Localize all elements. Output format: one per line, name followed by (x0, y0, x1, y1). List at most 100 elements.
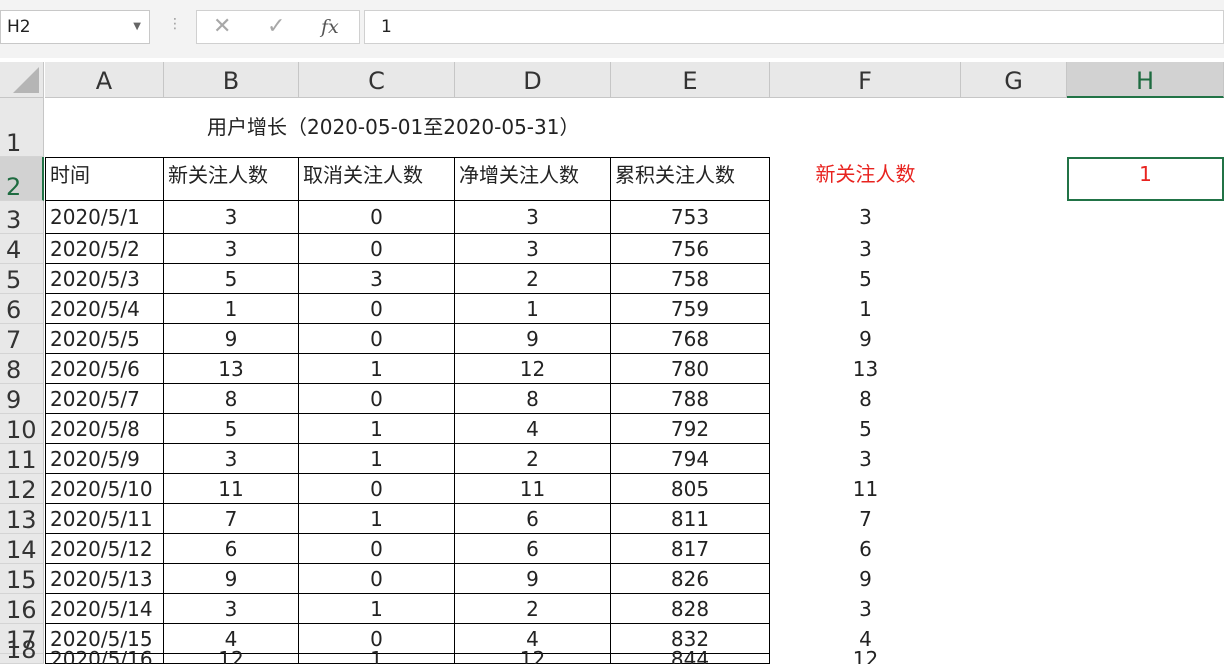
table-cell[interactable]: 780 (611, 354, 770, 384)
column-header-f[interactable]: F (770, 62, 961, 98)
table-cell[interactable]: 5 (164, 414, 299, 444)
table-cell[interactable]: 0 (299, 474, 455, 504)
table-cell[interactable]: 2020/5/13 (45, 564, 164, 594)
row-header-3[interactable]: 3 (0, 201, 44, 234)
table-cell[interactable]: 8 (455, 384, 611, 414)
table-cell[interactable]: 12 (164, 649, 299, 664)
table-cell[interactable]: 811 (611, 504, 770, 534)
table-cell[interactable]: 2 (455, 594, 611, 624)
table-cell[interactable]: 2020/5/5 (45, 324, 164, 354)
table-cell[interactable]: 4 (455, 414, 611, 444)
table-cell[interactable]: 2020/5/1 (45, 201, 164, 234)
select-all-button[interactable] (0, 62, 44, 98)
header-cell[interactable]: 时间 (45, 157, 164, 201)
table-cell[interactable]: 7 (164, 504, 299, 534)
name-box[interactable]: H2 ▼ (0, 10, 150, 44)
table-cell[interactable]: 3 (770, 234, 961, 264)
table-cell[interactable]: 794 (611, 444, 770, 474)
table-cell[interactable]: 759 (611, 294, 770, 324)
table-cell[interactable]: 3 (770, 444, 961, 474)
table-cell[interactable]: 788 (611, 384, 770, 414)
chevron-down-icon[interactable]: ▼ (133, 11, 141, 43)
table-cell[interactable]: 2020/5/10 (45, 474, 164, 504)
table-cell[interactable]: 3 (455, 201, 611, 234)
table-cell[interactable]: 8 (164, 384, 299, 414)
table-cell[interactable]: 0 (299, 324, 455, 354)
table-cell[interactable]: 3 (164, 234, 299, 264)
table-cell[interactable]: 12 (770, 649, 961, 664)
column-header-e[interactable]: E (611, 62, 770, 98)
table-cell[interactable]: 3 (770, 594, 961, 624)
table-cell[interactable]: 9 (455, 564, 611, 594)
table-cell[interactable]: 9 (164, 324, 299, 354)
row-header-12[interactable]: 12 (0, 474, 44, 504)
table-cell[interactable]: 6 (770, 534, 961, 564)
table-cell[interactable]: 13 (770, 354, 961, 384)
row-header-18[interactable]: 18 (0, 637, 44, 664)
table-cell[interactable]: 1 (299, 354, 455, 384)
table-cell[interactable]: 2020/5/9 (45, 444, 164, 474)
column-header-c[interactable]: C (299, 62, 455, 98)
header-cell[interactable]: 累积关注人数 (611, 157, 770, 201)
table-cell[interactable]: 1 (299, 444, 455, 474)
table-cell[interactable]: 753 (611, 201, 770, 234)
table-cell[interactable]: 3 (770, 201, 961, 234)
table-cell[interactable]: 2020/5/16 (45, 649, 164, 664)
side-label-cell[interactable]: 新关注人数 (770, 157, 961, 201)
table-cell[interactable]: 768 (611, 324, 770, 354)
table-cell[interactable]: 1 (299, 594, 455, 624)
enter-icon[interactable]: ✓ (267, 14, 285, 39)
table-cell[interactable]: 0 (299, 294, 455, 324)
column-header-d[interactable]: D (455, 62, 611, 98)
table-cell[interactable]: 9 (164, 564, 299, 594)
table-cell[interactable]: 13 (164, 354, 299, 384)
column-header-h[interactable]: H (1067, 62, 1224, 98)
table-cell[interactable]: 2 (455, 444, 611, 474)
table-cell[interactable]: 2020/5/6 (45, 354, 164, 384)
table-cell[interactable]: 2020/5/7 (45, 384, 164, 414)
table-cell[interactable]: 11 (164, 474, 299, 504)
table-cell[interactable]: 805 (611, 474, 770, 504)
row-header-13[interactable]: 13 (0, 504, 44, 534)
table-cell[interactable]: 2020/5/14 (45, 594, 164, 624)
column-header-a[interactable]: A (45, 62, 164, 98)
table-cell[interactable]: 9 (770, 324, 961, 354)
table-cell[interactable]: 792 (611, 414, 770, 444)
table-cell[interactable]: 5 (164, 264, 299, 294)
table-cell[interactable]: 844 (611, 649, 770, 664)
row-header-4[interactable]: 4 (0, 234, 44, 264)
drag-handle-icon[interactable]: ⋮ (168, 16, 182, 32)
row-header-2[interactable]: 2 (0, 157, 44, 201)
row-header-16[interactable]: 16 (0, 594, 44, 624)
table-cell[interactable]: 758 (611, 264, 770, 294)
table-cell[interactable]: 12 (455, 354, 611, 384)
table-cell[interactable]: 2020/5/2 (45, 234, 164, 264)
formula-input[interactable]: 1 (364, 10, 1224, 44)
table-cell[interactable]: 0 (299, 234, 455, 264)
row-header-8[interactable]: 8 (0, 354, 44, 384)
table-cell[interactable]: 2020/5/3 (45, 264, 164, 294)
table-cell[interactable]: 8 (770, 384, 961, 414)
table-cell[interactable]: 2 (455, 264, 611, 294)
table-cell[interactable]: 7 (770, 504, 961, 534)
table-cell[interactable]: 3 (164, 594, 299, 624)
table-cell[interactable]: 9 (770, 564, 961, 594)
table-cell[interactable]: 3 (299, 264, 455, 294)
row-header-14[interactable]: 14 (0, 534, 44, 564)
table-cell[interactable]: 5 (770, 414, 961, 444)
table-cell[interactable]: 3 (164, 444, 299, 474)
table-cell[interactable]: 6 (455, 504, 611, 534)
header-cell[interactable]: 新关注人数 (164, 157, 299, 201)
table-cell[interactable]: 826 (611, 564, 770, 594)
table-cell[interactable]: 3 (455, 234, 611, 264)
table-cell[interactable]: 6 (164, 534, 299, 564)
row-header-10[interactable]: 10 (0, 414, 44, 444)
table-cell[interactable]: 11 (770, 474, 961, 504)
column-header-b[interactable]: B (164, 62, 299, 98)
table-cell[interactable]: 11 (455, 474, 611, 504)
table-cell[interactable]: 0 (299, 564, 455, 594)
table-cell[interactable]: 2020/5/8 (45, 414, 164, 444)
table-cell[interactable]: 3 (164, 201, 299, 234)
header-cell[interactable]: 净增关注人数 (455, 157, 611, 201)
row-header-9[interactable]: 9 (0, 384, 44, 414)
